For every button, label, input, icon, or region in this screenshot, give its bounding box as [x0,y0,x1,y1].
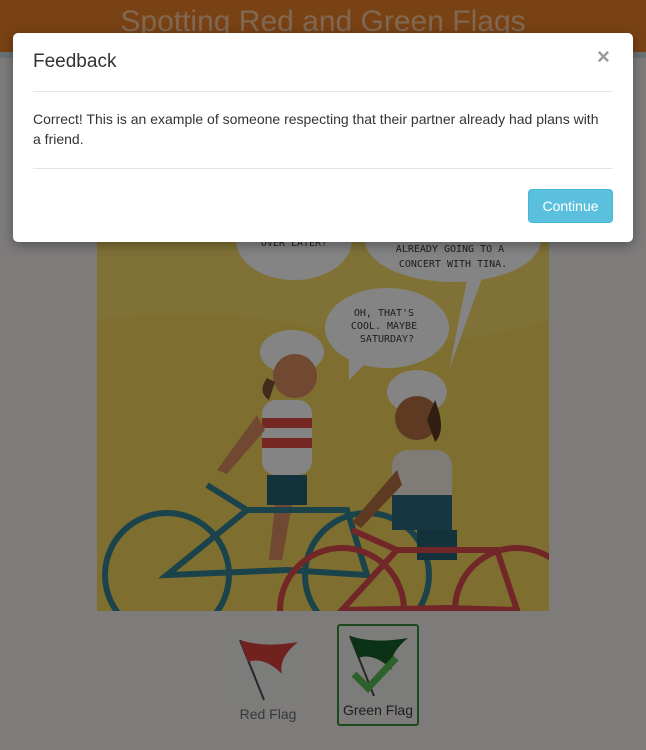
feedback-modal: Feedback × Correct! This is an example o… [13,33,633,242]
close-icon[interactable]: × [597,46,613,68]
modal-body: Correct! This is an example of someone r… [33,91,613,169]
feedback-message: Correct! This is an example of someone r… [33,111,599,147]
modal-title: Feedback [33,51,117,72]
continue-button[interactable]: Continue [528,189,613,223]
modal-header: Feedback × [33,33,613,92]
